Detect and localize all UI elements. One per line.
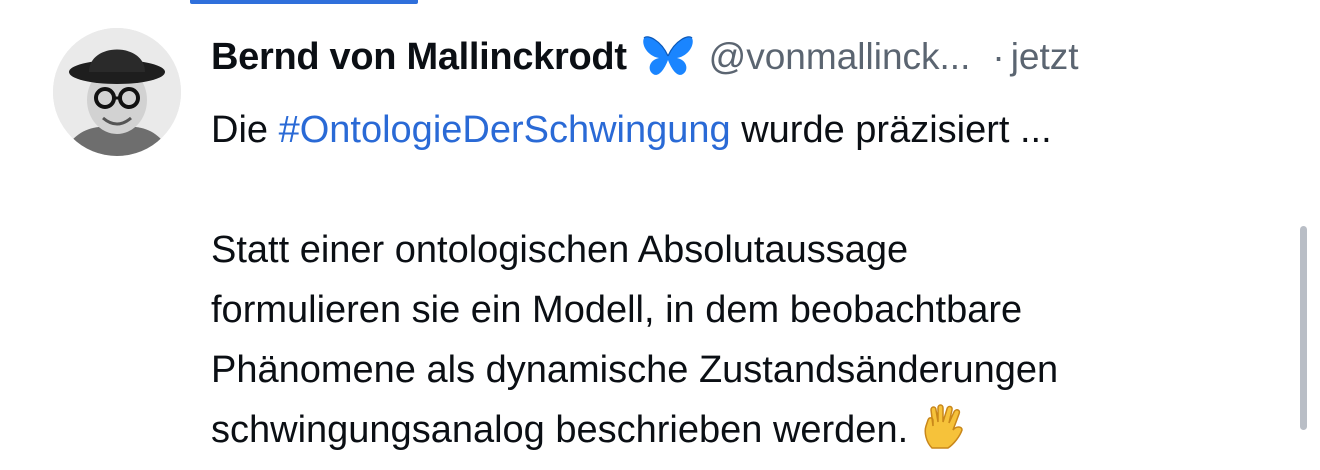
post-text-suffix: wurde präzisiert ...: [741, 109, 1052, 151]
vulcan-salute-icon: [918, 402, 968, 452]
author-display-name[interactable]: Bernd von Mallinckrodt: [211, 36, 627, 79]
post-line-5-text: schwingungsanalog beschrieben werden.: [211, 409, 909, 451]
active-tab-indicator: [190, 0, 418, 4]
avatar[interactable]: [53, 28, 181, 156]
post-line-2: Statt einer ontologischen Absolutaussage: [211, 229, 909, 271]
post-timestamp[interactable]: jetzt: [1011, 36, 1079, 78]
post-line-5: schwingungsanalog beschrieben werden.: [211, 400, 1296, 460]
post-text-prefix: Die: [211, 109, 269, 151]
scrollbar[interactable]: [1300, 226, 1307, 430]
post-header: Bernd von Mallinckrodt @vonmallinck... ·…: [211, 32, 1286, 82]
post-line-4: Phänomene als dynamische Zustandsänderun…: [211, 349, 1059, 391]
post-line-3: formulieren sie ein Modell, in dem beoba…: [211, 289, 1023, 331]
post-text: Die #OntologieDerSchwingung wurde präzis…: [211, 100, 1296, 460]
author-handle[interactable]: @vonmallinck...: [709, 36, 971, 78]
post-blank-line: [211, 160, 1296, 220]
hashtag-link[interactable]: #OntologieDerSchwingung: [279, 109, 731, 151]
meta-separator: ·: [992, 36, 1005, 77]
post-line-1: Die #OntologieDerSchwingung wurde präzis…: [211, 100, 1296, 160]
avatar-photo: [53, 28, 181, 156]
butterfly-icon: [641, 34, 695, 80]
